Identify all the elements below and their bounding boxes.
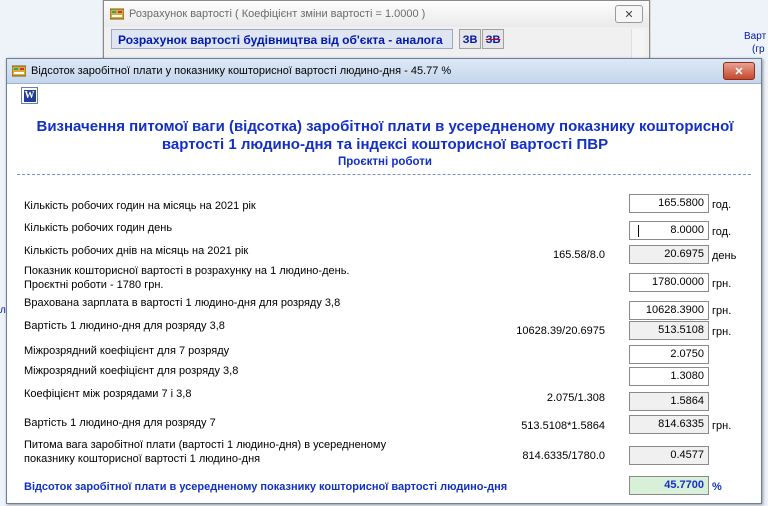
row-unit: день <box>712 250 737 262</box>
row-unit: грн. <box>712 278 732 290</box>
background-right-label: Варт (гр <box>744 30 768 56</box>
included-salary-input[interactable]: 10628.3900 <box>629 301 709 320</box>
row-unit: грн. <box>712 420 732 432</box>
row-unit: грн. <box>712 326 732 338</box>
daily-cost-input[interactable]: 1780.0000 <box>629 273 709 292</box>
hours-per-day-value: 8.0000 <box>670 224 704 236</box>
row-formula: 2.075/1.308 <box>546 392 605 404</box>
salary-share-value: 0.4577 <box>629 446 709 465</box>
hours-per-day-input[interactable]: 8.0000 <box>629 221 709 240</box>
row-label: Відсоток заробітної плати в усередненому… <box>24 481 508 493</box>
daily-cost-grade-3-8-value: 513.5108 <box>629 321 709 340</box>
background-window-titlebar: Розрахунок вартості ( Коефіцієнт зміни в… <box>104 1 649 27</box>
row-label: Міжрозрядний коефіцієнт для 7 розряду <box>24 345 230 357</box>
word-export-button[interactable]: W <box>21 87 38 104</box>
row-unit: грн. <box>712 305 732 317</box>
row-label: Міжрозрядний коефіцієнт для розряду 3,8 <box>24 365 239 377</box>
divider <box>17 174 751 175</box>
row-label: Питома вага заробітної плати (вартості 1… <box>24 439 387 451</box>
dialog-title: Відсоток заробітної плати у показнику ко… <box>31 65 452 77</box>
background-window-title: Розрахунок вартості ( Коефіцієнт зміни в… <box>129 8 426 20</box>
row-label: Коефіцієнт між розрядами 7 і 3,8 <box>24 388 192 400</box>
row-label: Показник кошторисної вартості в розрахун… <box>24 265 350 277</box>
zv-button[interactable]: ЗВ <box>459 29 481 49</box>
coef-grade-7-input[interactable]: 2.0750 <box>629 345 709 364</box>
row-formula: 165.58/8.0 <box>553 249 605 261</box>
hours-per-month-input[interactable]: 165.5800 <box>629 194 709 213</box>
row-label: Врахована зарплата в вартості 1 людино-д… <box>24 297 341 309</box>
row-unit: год. <box>712 199 732 211</box>
salary-percent-value: 45.7700 <box>629 476 709 495</box>
daily-cost-grade-7-value: 814.6335 <box>629 415 709 434</box>
row-label-line-2: Проєктні роботи - 1780 грн. <box>24 279 164 291</box>
row-unit: год. <box>712 226 732 238</box>
row-label: Кількість робочих днів на місяць на 2021… <box>24 245 249 257</box>
calculator-icon <box>110 8 124 20</box>
analog-calc-header[interactable]: Розрахунок вартості будівництва від об'є… <box>111 29 453 49</box>
close-icon: ✕ <box>624 8 634 21</box>
background-close-button[interactable]: ✕ <box>615 5 643 23</box>
background-right-text-2: (гр <box>752 44 765 55</box>
row-label: Вартість 1 людино-дня для розряду 7 <box>24 417 216 429</box>
days-per-month-value: 20.6975 <box>629 245 709 264</box>
background-right-text-1: Варт <box>744 31 767 42</box>
salary-percent-dialog: Відсоток заробітної плати у показнику ко… <box>6 58 762 504</box>
row-formula: 814.6335/1780.0 <box>522 450 605 462</box>
page-title: Визначення питомої ваги (відсотка) зароб… <box>17 118 753 154</box>
dialog-titlebar: Відсоток заробітної плати у показнику ко… <box>7 59 761 84</box>
row-formula: 513.5108*1.5864 <box>521 420 605 432</box>
row-label-line-2: показнику кошторисної вартості 1 людино-… <box>24 453 261 465</box>
close-icon: ✕ <box>734 65 744 78</box>
page-subtitle: Проєктні роботи <box>338 156 432 168</box>
zv-clear-button[interactable]: ЗВ <box>482 29 504 49</box>
coef-grade-3-8-input[interactable]: 1.3080 <box>629 367 709 386</box>
coef-between-grades-value: 1.5864 <box>629 392 709 411</box>
row-label: Кількість робочих годин день <box>24 222 173 234</box>
row-formula: 10628.39/20.6975 <box>516 325 605 337</box>
row-unit: % <box>712 481 722 493</box>
text-cursor <box>638 225 639 237</box>
page-title-line-2: вартості 1 людино-дня та індексі коштори… <box>161 136 609 153</box>
word-icon: W <box>23 89 36 102</box>
page-title-line-1: Визначення питомої ваги (відсотка) зароб… <box>36 118 734 135</box>
dialog-close-button[interactable]: ✕ <box>723 62 755 80</box>
row-label: Кількість робочих годин на місяць на 202… <box>24 200 256 212</box>
calculator-icon <box>12 65 26 77</box>
row-label: Вартість 1 людино-дня для розряду 3,8 <box>24 320 225 332</box>
